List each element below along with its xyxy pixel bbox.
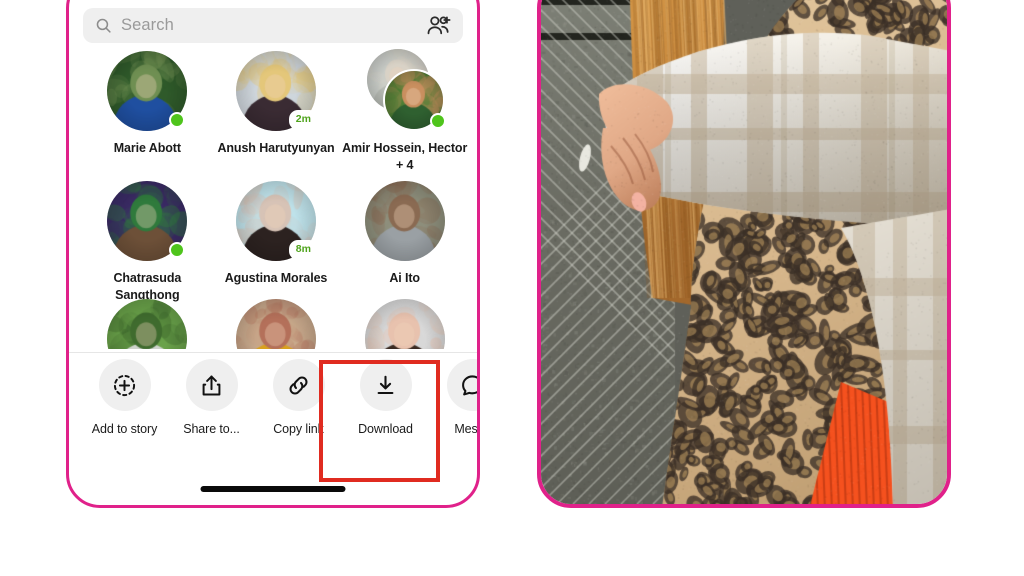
action-share-to[interactable]: Share to... [168,359,255,436]
action-add-to-story[interactable]: Add to story [81,359,168,436]
action-label: Add to story [91,422,158,436]
contacts-grid: Marie Abott 2m Anush Harutyunyan Amir Hosse… [83,49,469,305]
photo-panel [537,0,951,508]
sheet-divider [69,352,477,353]
online-status-dot [169,241,186,258]
contact-name: Marie Abott [113,141,181,155]
search-icon [95,17,112,34]
contacts-grid-partial-row [83,299,469,349]
contact-item[interactable]: Marie Abott [83,51,212,175]
action-copy-link[interactable]: Copy link [255,359,342,436]
avatar[interactable] [364,180,445,261]
avatar-image [364,299,445,349]
screenshot-stage: Search Marie Abott 2m Anush Harutyunyan Ami… [0,0,1024,576]
home-indicator [200,486,346,492]
contact-item[interactable] [83,299,212,349]
contact-name: Amir Hossein, Hector + 4 [342,141,468,173]
avatar[interactable]: 8m [235,180,318,261]
search-input[interactable]: Search [121,16,427,35]
avatar-image [364,180,445,261]
active-time-badge: 2m [288,110,318,130]
contact-item[interactable]: 2m Anush Harutyunyan [212,51,341,175]
shared-photo [541,0,947,504]
add-people-icon[interactable] [427,15,451,36]
action-label: Messa [454,422,478,436]
action-download[interactable]: Download [342,359,429,436]
avatar[interactable]: 2m [235,51,318,131]
contact-name: Ai Ito [389,270,420,285]
online-status-dot [169,112,186,128]
action-messa[interactable]: Messa [429,359,478,436]
contact-item[interactable] [340,299,469,349]
share-sheet-panel: Search Marie Abott 2m Anush Harutyunyan Ami… [66,0,480,508]
share-icon[interactable] [185,359,238,411]
contact-name: Agustina Morales [224,270,328,285]
add-to-story-icon[interactable] [98,359,151,411]
action-label: Copy link [273,422,324,436]
contact-item[interactable] [212,299,341,349]
action-label: Share to... [183,422,240,436]
contact-name: Anush Harutyunyan [217,141,335,155]
action-label: Download [358,422,413,436]
active-time-badge: 8m [288,239,318,260]
contact-item[interactable]: Amir Hossein, Hector + 4 [340,49,469,175]
contact-item[interactable]: Chatrasuda Sangthong [83,180,212,305]
avatar[interactable] [107,180,188,261]
contact-item[interactable]: 8m Agustina Morales [212,180,341,305]
search-bar[interactable]: Search [83,8,463,43]
avatar-image [235,299,316,349]
message-bubble-icon[interactable] [446,359,477,411]
download-icon[interactable] [359,359,412,411]
share-action-bar: Add to story Share to... Copy link Download… [69,359,477,436]
link-icon[interactable] [272,359,325,411]
online-status-dot [429,113,446,129]
avatar[interactable] [107,51,188,131]
avatar-image [107,299,188,349]
contact-item[interactable]: Ai Ito [340,180,469,305]
avatar[interactable] [365,49,446,131]
